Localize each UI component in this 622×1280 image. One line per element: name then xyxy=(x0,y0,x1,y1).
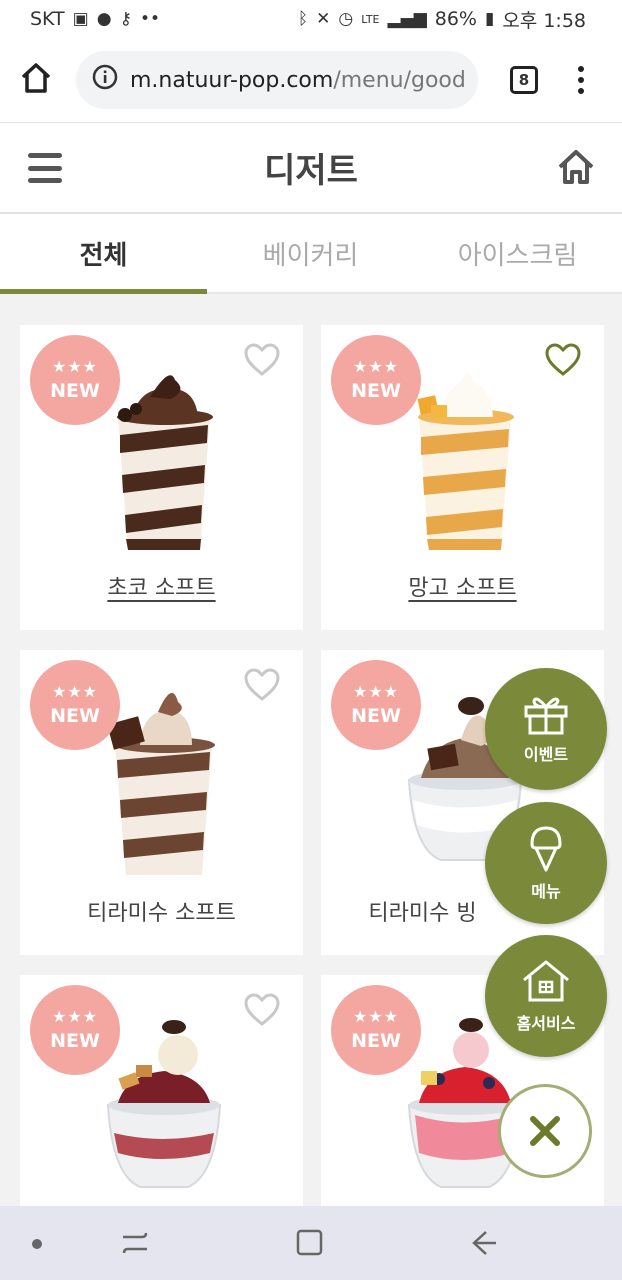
badge-text: NEW xyxy=(351,705,401,727)
new-badge: ★★★ NEW xyxy=(30,660,120,750)
browser-menu-icon[interactable] xyxy=(578,66,584,94)
favorite-heart-icon[interactable] xyxy=(243,668,281,706)
stars-icon: ★★★ xyxy=(51,682,99,701)
badge-text: NEW xyxy=(351,1030,401,1052)
home-service-label: 홈서비스 xyxy=(516,1014,576,1033)
favorite-heart-icon[interactable] xyxy=(243,343,281,381)
recent-apps-icon[interactable] xyxy=(120,1228,150,1262)
ice-cream-icon xyxy=(530,826,562,872)
stars-icon: ★★★ xyxy=(352,1007,400,1026)
badge-text: NEW xyxy=(50,380,100,402)
event-fab-button[interactable]: 이벤트 xyxy=(485,668,607,790)
product-name[interactable]: 초코 소프트 xyxy=(20,570,303,602)
home-nav-icon[interactable] xyxy=(295,1228,325,1262)
system-nav-bar xyxy=(0,1206,622,1280)
site-header: 디저트 xyxy=(0,122,622,214)
status-left: SKT ▣ ● ⚷ •• xyxy=(30,8,160,30)
carrier-label: SKT xyxy=(30,8,65,30)
image-icon: ▣ xyxy=(72,9,89,29)
house-icon xyxy=(523,960,569,1002)
menu-fab-button[interactable]: 메뉴 xyxy=(485,802,607,924)
gift-icon xyxy=(524,697,568,735)
badge-text: NEW xyxy=(351,380,401,402)
page-title: 디저트 xyxy=(264,151,358,191)
home-icon[interactable] xyxy=(556,147,596,191)
nav-dot-icon xyxy=(32,1239,42,1249)
close-icon xyxy=(530,1116,560,1146)
badge-text: NEW xyxy=(50,705,100,727)
battery-percent: 86% xyxy=(434,8,477,30)
info-icon[interactable] xyxy=(92,64,118,96)
more-dots-icon: •• xyxy=(140,9,161,29)
product-card[interactable]: ★★★ NEW 티라미수 소프트 xyxy=(20,650,303,955)
hamburger-menu-icon[interactable] xyxy=(28,153,62,183)
close-fab-button[interactable] xyxy=(498,1084,592,1178)
new-badge: ★★★ NEW xyxy=(331,985,421,1075)
tab-ice-cream[interactable]: 아이스크림 xyxy=(414,214,621,292)
tab-switcher-button[interactable]: 8 xyxy=(510,66,538,94)
home-service-fab-button[interactable]: 홈서비스 xyxy=(485,935,607,1057)
browser-toolbar: m.natuur-pop.com/menu/good 8 xyxy=(0,38,622,122)
battery-icon: ▮ xyxy=(484,9,495,29)
product-card[interactable]: ★★★ NEW 망고 소프트 xyxy=(321,325,604,630)
kakaotalk-icon: ● xyxy=(96,9,112,29)
back-icon[interactable] xyxy=(468,1228,498,1262)
url-path: /menu/good xyxy=(333,67,466,93)
new-badge: ★★★ NEW xyxy=(331,660,421,750)
stars-icon: ★★★ xyxy=(51,1007,99,1026)
favorite-heart-icon[interactable] xyxy=(243,993,281,1031)
clock: 오후 1:58 xyxy=(502,9,586,32)
status-right: ᛒ ✕ ◷ LTE ▂▄▆ 86% ▮ 오후 1:58 xyxy=(298,6,586,33)
new-badge: ★★★ NEW xyxy=(30,335,120,425)
menu-label: 메뉴 xyxy=(531,882,561,901)
vpn-key-icon: ⚷ xyxy=(119,9,133,29)
product-name[interactable]: 망고 소프트 xyxy=(321,570,604,602)
category-tabs: 전체 베이커리 아이스크림 xyxy=(0,214,622,294)
tab-all[interactable]: 전체 xyxy=(0,214,207,294)
new-badge: ★★★ NEW xyxy=(30,985,120,1075)
product-card[interactable]: ★★★ NEW 초코 소프트 xyxy=(20,325,303,630)
address-bar[interactable]: m.natuur-pop.com/menu/good xyxy=(76,51,478,109)
alarm-icon: ◷ xyxy=(338,9,354,29)
status-bar: SKT ▣ ● ⚷ •• ᛒ ✕ ◷ LTE ▂▄▆ 86% ▮ 오후 1:58 xyxy=(0,0,622,38)
mute-icon: ✕ xyxy=(316,9,331,29)
favorite-heart-icon[interactable] xyxy=(544,343,582,381)
stars-icon: ★★★ xyxy=(51,357,99,376)
url-host: m.natuur-pop.com xyxy=(130,67,334,93)
product-name[interactable]: 티라미수 소프트 xyxy=(20,895,303,927)
stars-icon: ★★★ xyxy=(352,357,400,376)
event-label: 이벤트 xyxy=(523,745,569,764)
stars-icon: ★★★ xyxy=(352,682,400,701)
tab-bakery[interactable]: 베이커리 xyxy=(207,214,414,292)
new-badge: ★★★ NEW xyxy=(331,335,421,425)
signal-icon: ▂▄▆ xyxy=(387,9,427,29)
lte-icon: LTE xyxy=(361,12,380,26)
browser-home-icon[interactable] xyxy=(18,60,54,100)
bluetooth-icon: ᛒ xyxy=(297,9,309,29)
badge-text: NEW xyxy=(50,1030,100,1052)
